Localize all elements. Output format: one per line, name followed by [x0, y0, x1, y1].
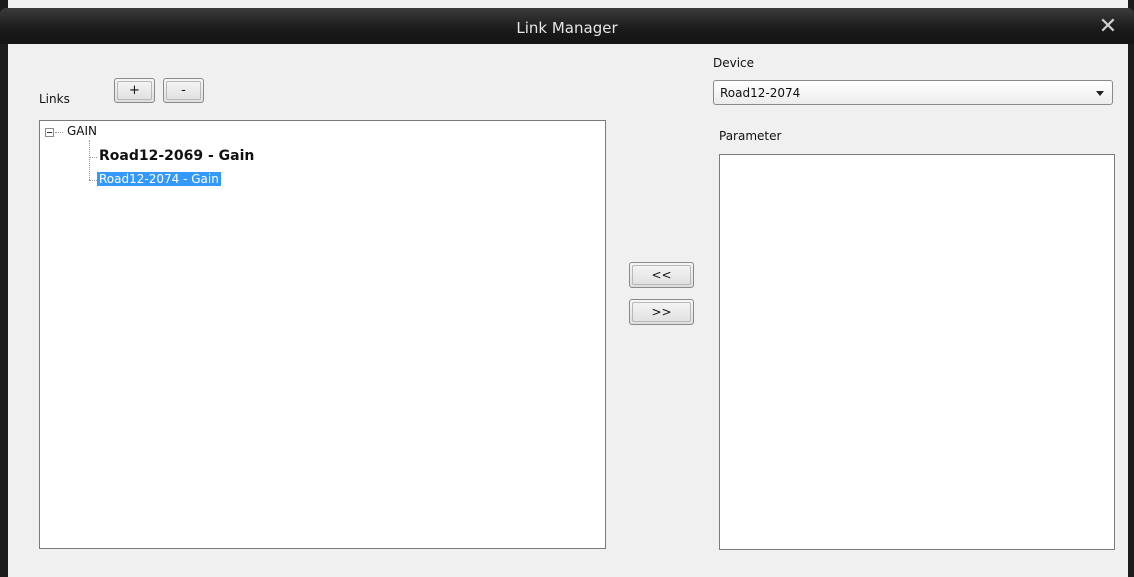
device-selected-value: Road12-2074	[720, 86, 801, 100]
device-label: Device	[713, 56, 755, 70]
tree-item-road12-2069-gain[interactable]: Road12-2069 - Gain	[99, 148, 254, 164]
move-right-button[interactable]: >>	[629, 299, 694, 325]
remove-link-button[interactable]: -	[163, 78, 204, 103]
tree-item-road12-2074-gain[interactable]: Road12-2074 - Gain	[97, 172, 221, 186]
move-left-button[interactable]: <<	[629, 262, 694, 288]
title-bar[interactable]: Link Manager ✕	[0, 8, 1134, 44]
window-title: Link Manager	[516, 19, 618, 37]
close-icon[interactable]: ✕	[1096, 13, 1120, 39]
device-dropdown[interactable]: Road12-2074	[713, 80, 1113, 105]
tree-root-gain[interactable]: GAIN	[67, 124, 97, 138]
link-manager-window: Link Manager ✕ Links + - GAIN Road12-206…	[0, 0, 1134, 577]
parameter-label: Parameter	[719, 129, 782, 143]
links-tree[interactable]: GAIN Road12-2069 - Gain Road12-2074 - Ga…	[39, 120, 606, 549]
parameter-list[interactable]	[719, 154, 1115, 550]
collapse-icon[interactable]	[45, 128, 54, 137]
chevron-down-icon	[1096, 91, 1104, 96]
add-link-button[interactable]: +	[114, 78, 155, 103]
links-label: Links	[39, 92, 70, 106]
